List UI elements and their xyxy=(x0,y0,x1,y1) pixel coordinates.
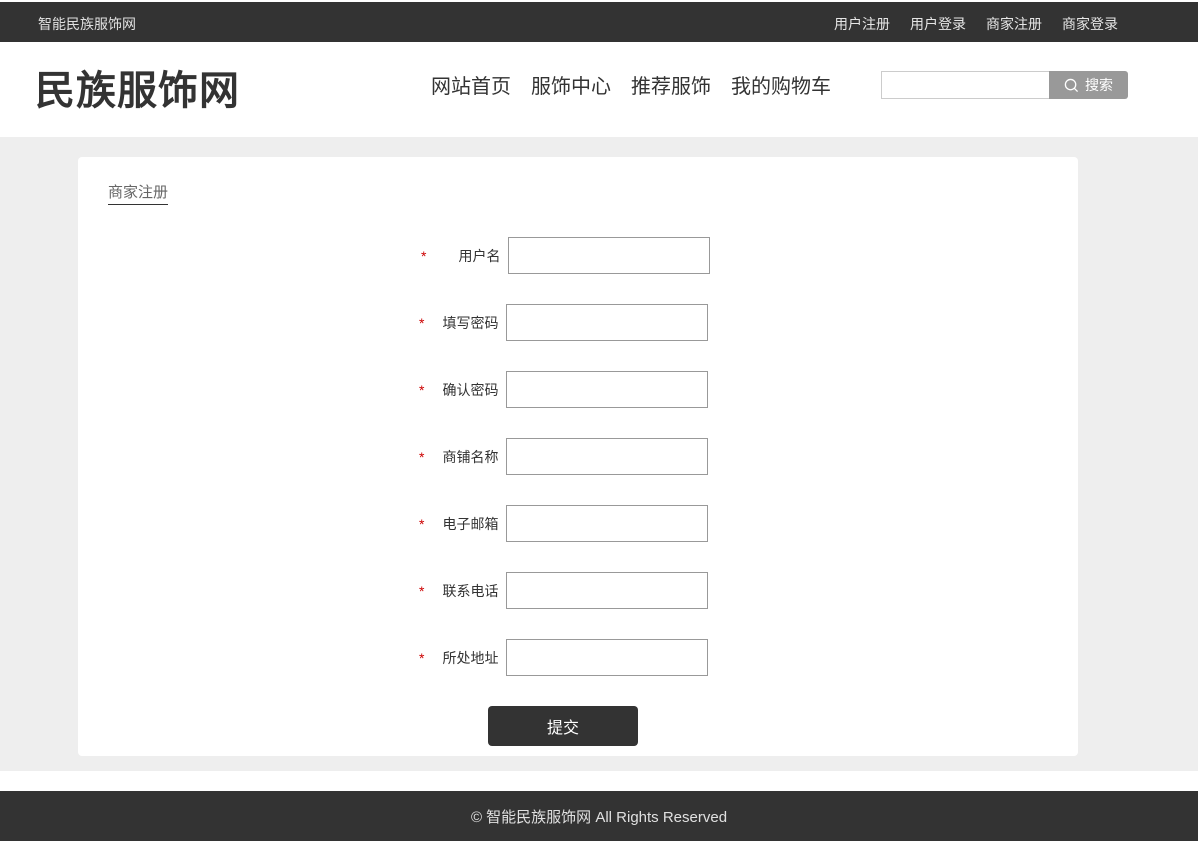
submit-button[interactable]: 提交 xyxy=(488,706,638,746)
header: 民族服饰网 网站首页 服饰中心 推荐服饰 我的购物车 搜索 xyxy=(0,42,1198,137)
form-row-email: * 电子邮箱 xyxy=(419,505,709,542)
copyright-text: © 智能民族服饰网 All Rights Reserved xyxy=(470,808,728,826)
required-mark: * xyxy=(419,314,425,331)
shop-name-input[interactable] xyxy=(506,438,709,475)
register-card: 商家注册 * 用户名 * 填写密码 * 确认密码 * 商铺名称 * 电子邮箱 *… xyxy=(78,157,1078,756)
email-input[interactable] xyxy=(506,505,709,542)
site-name: 智能民族服饰网 xyxy=(38,16,136,32)
search-input[interactable] xyxy=(881,71,1049,99)
form-row-confirm-password: * 确认密码 xyxy=(419,371,709,408)
email-label: 电子邮箱 xyxy=(442,515,499,532)
password-label: 填写密码 xyxy=(442,314,499,331)
address-input[interactable] xyxy=(506,639,709,676)
footer: © 智能民族服饰网 All Rights Reserved xyxy=(0,791,1198,841)
search-button[interactable]: 搜索 xyxy=(1049,71,1128,99)
page-title: 商家注册 xyxy=(108,181,169,205)
address-label: 所处地址 xyxy=(442,649,499,666)
password-input[interactable] xyxy=(506,304,709,341)
username-input[interactable] xyxy=(508,237,711,274)
merchant-register-link[interactable]: 商家注册 xyxy=(986,14,1042,34)
form-row-password: * 填写密码 xyxy=(419,304,709,341)
phone-label: 联系电话 xyxy=(442,582,499,599)
nav-cart[interactable]: 我的购物车 xyxy=(731,70,831,99)
search-box: 搜索 xyxy=(881,71,1128,99)
confirm-password-input[interactable] xyxy=(506,371,709,408)
merchant-login-link[interactable]: 商家登录 xyxy=(1062,14,1118,34)
form-row-address: * 所处地址 xyxy=(419,639,709,676)
phone-input[interactable] xyxy=(506,572,709,609)
logo[interactable]: 民族服饰网 xyxy=(35,58,240,116)
form-row-shop-name: * 商铺名称 xyxy=(419,438,709,475)
search-icon xyxy=(1064,78,1079,92)
main-nav: 网站首页 服饰中心 推荐服饰 我的购物车 xyxy=(431,70,831,99)
nav-recommended[interactable]: 推荐服饰 xyxy=(631,70,711,99)
user-register-link[interactable]: 用户注册 xyxy=(834,14,890,34)
nav-clothing-center[interactable]: 服饰中心 xyxy=(531,70,611,99)
username-label: 用户名 xyxy=(458,247,501,264)
required-mark: * xyxy=(419,381,425,398)
nav-home[interactable]: 网站首页 xyxy=(431,70,511,99)
top-bar: 智能民族服饰网 用户注册 用户登录 商家注册 商家登录 xyxy=(0,2,1198,42)
required-mark: * xyxy=(419,649,425,666)
search-button-label: 搜索 xyxy=(1085,77,1113,93)
form-row-username: * 用户名 xyxy=(421,237,711,274)
user-login-link[interactable]: 用户登录 xyxy=(910,14,966,34)
top-links: 用户注册 用户登录 商家注册 商家登录 xyxy=(834,14,1118,34)
required-mark: * xyxy=(419,582,425,599)
required-mark: * xyxy=(419,515,425,532)
shop-name-label: 商铺名称 xyxy=(442,448,499,465)
required-mark: * xyxy=(421,247,427,264)
confirm-password-label: 确认密码 xyxy=(442,381,499,398)
form-row-phone: * 联系电话 xyxy=(419,572,709,609)
required-mark: * xyxy=(419,448,425,465)
